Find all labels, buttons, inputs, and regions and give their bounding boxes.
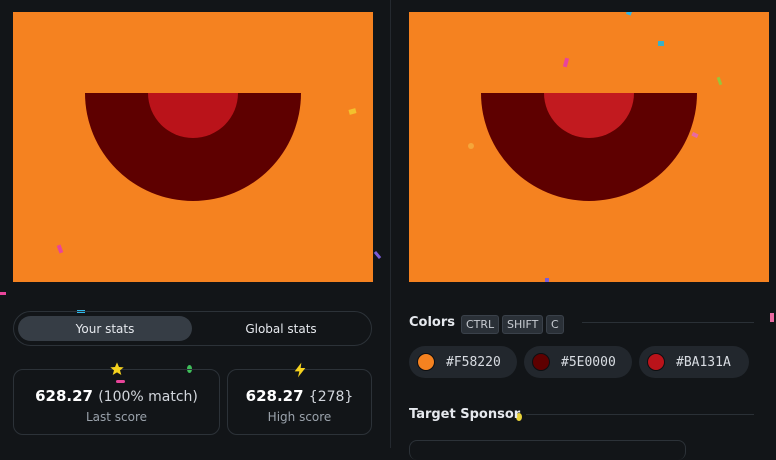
sponsor-box bbox=[409, 440, 686, 460]
color-hex-label: #BA131A bbox=[676, 354, 731, 370]
shortcut-key-c: C bbox=[546, 315, 564, 334]
confetti-piece bbox=[468, 143, 474, 149]
confetti-piece bbox=[716, 76, 723, 86]
color-hex-label: #5E0000 bbox=[561, 354, 616, 370]
confetti-piece bbox=[770, 313, 774, 322]
section-divider-line bbox=[582, 322, 754, 323]
color-swatch-orange[interactable]: #F58220 bbox=[409, 346, 517, 378]
last-score-value: 628.27 (100% match) bbox=[14, 387, 219, 405]
last-score-card: 628.27 (100% match) Last score bbox=[13, 362, 220, 435]
shortcut-key-ctrl: CTRL bbox=[461, 315, 500, 334]
last-score-label: Last score bbox=[85, 410, 148, 424]
confetti-piece bbox=[658, 41, 664, 46]
last-score-number: 628.27 bbox=[35, 387, 93, 405]
target-sponsor-title: Target Sponsor bbox=[409, 407, 521, 422]
confetti-piece bbox=[545, 278, 549, 282]
panel-divider bbox=[390, 0, 391, 448]
confetti-piece bbox=[373, 250, 382, 260]
confetti-piece bbox=[562, 57, 570, 68]
color-swatch-dark-red[interactable]: #5E0000 bbox=[524, 346, 632, 378]
tab-global-stats[interactable]: Global stats bbox=[194, 316, 368, 341]
player-canvas[interactable] bbox=[13, 12, 373, 282]
high-score-count: {278} bbox=[308, 389, 354, 405]
color-hex-label: #F58220 bbox=[446, 354, 501, 370]
target-canvas bbox=[409, 12, 769, 282]
color-dot bbox=[532, 353, 550, 371]
section-divider-line bbox=[526, 414, 754, 415]
high-score-label: High score bbox=[267, 410, 332, 424]
confetti-piece bbox=[691, 131, 699, 139]
high-score-value: 628.27 {278} bbox=[228, 387, 371, 405]
high-score-card: 628.27 {278} High score bbox=[227, 362, 372, 435]
star-icon bbox=[14, 361, 219, 381]
stats-tab-switcher: Your stats Global stats bbox=[13, 311, 372, 346]
last-score-match: (100% match) bbox=[98, 389, 198, 405]
color-swatch-red[interactable]: #BA131A bbox=[639, 346, 749, 378]
confetti-piece bbox=[0, 292, 6, 295]
confetti-piece bbox=[625, 12, 634, 16]
colors-section-title: Colors bbox=[409, 315, 456, 330]
tab-your-stats[interactable]: Your stats bbox=[18, 316, 192, 341]
high-score-number: 628.27 bbox=[245, 387, 304, 405]
shortcut-key-shift: SHIFT bbox=[502, 315, 544, 334]
lightning-icon bbox=[228, 361, 371, 383]
confetti-piece bbox=[56, 244, 64, 254]
color-dot bbox=[417, 353, 435, 371]
confetti-piece bbox=[348, 108, 357, 115]
color-dot bbox=[647, 353, 665, 371]
